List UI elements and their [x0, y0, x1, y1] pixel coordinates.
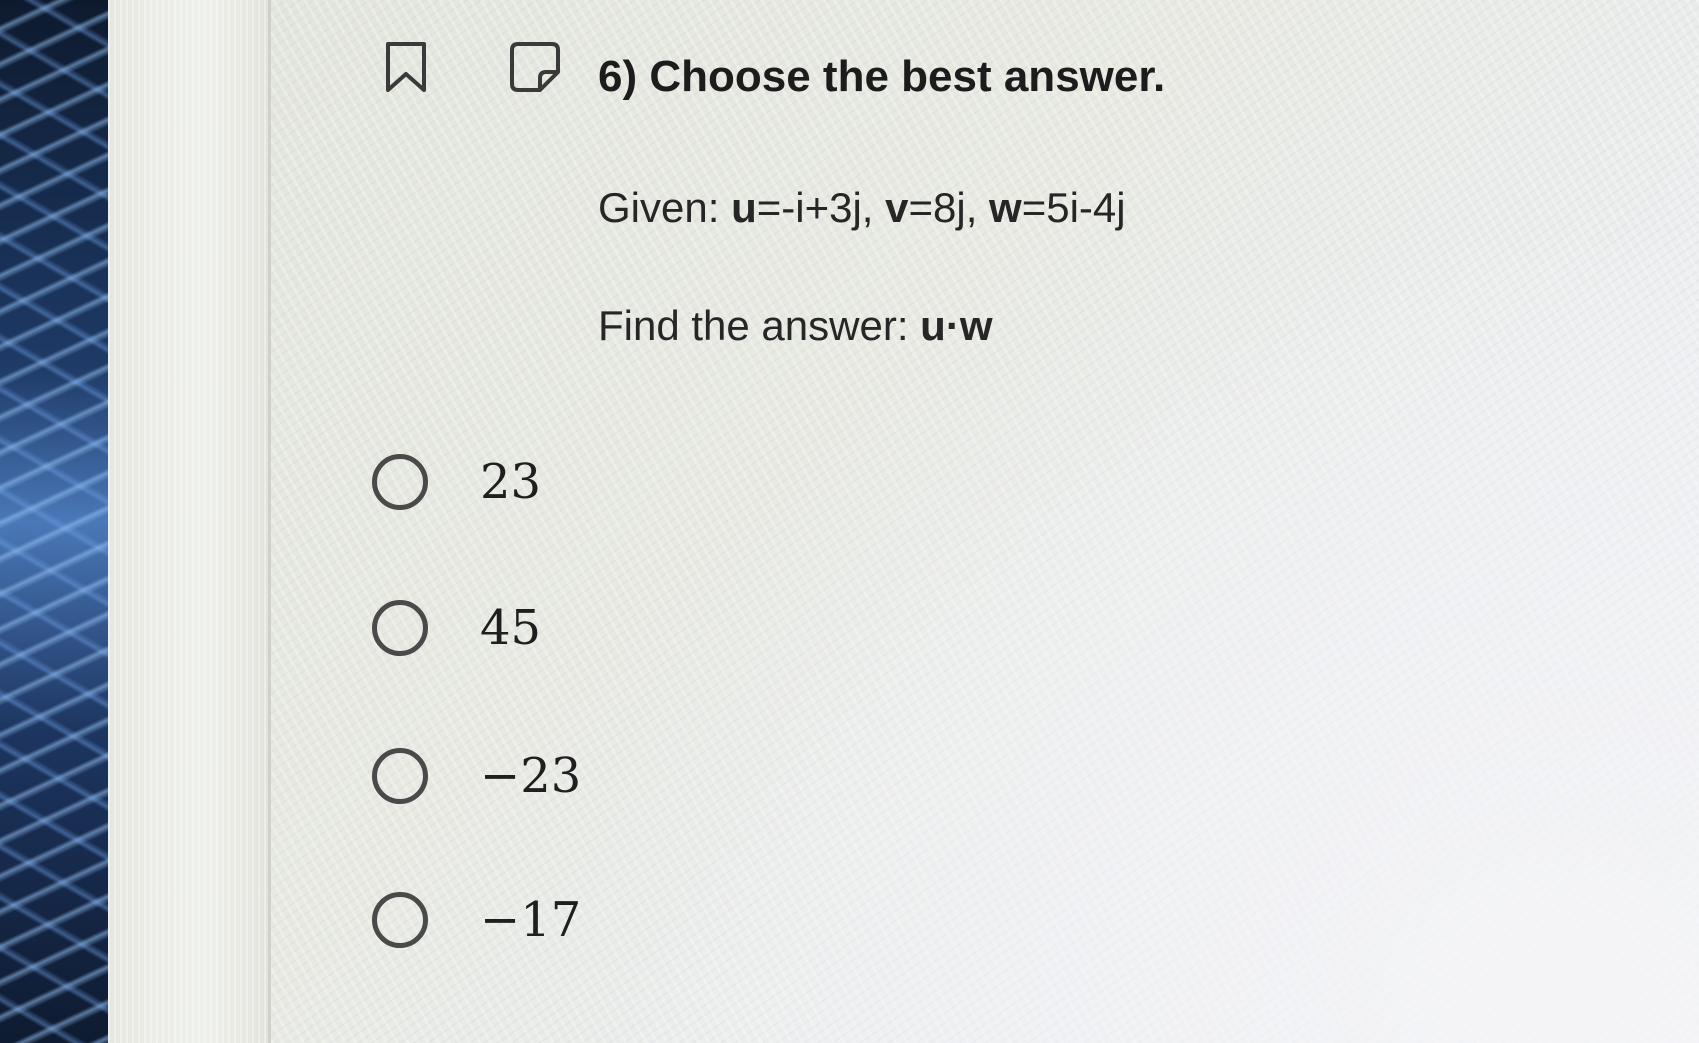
option-label[interactable]: −17 [480, 892, 581, 948]
desktop-background [0, 0, 115, 1043]
answer-option-4[interactable]: −17 [372, 888, 581, 952]
find-statement: Find the answer: u·w [598, 302, 992, 350]
find-expression: u·w [920, 302, 993, 349]
find-prefix: Find the answer: [598, 302, 921, 349]
vector-u-definition: =-i+3j, [756, 184, 886, 231]
option-label[interactable]: −23 [480, 748, 581, 804]
option-label[interactable]: 23 [480, 454, 541, 510]
answer-option-2[interactable]: 45 [372, 596, 541, 660]
given-prefix: Given: [598, 184, 732, 231]
screen: 6) Choose the best answer. Given: u=-i+3… [0, 0, 1699, 1043]
radio-button[interactable] [372, 892, 428, 948]
note-icon[interactable] [508, 40, 562, 94]
vector-v-definition: =8j, [908, 184, 990, 231]
vector-v: v [885, 184, 909, 231]
option-label[interactable]: 45 [480, 600, 541, 656]
vector-w-definition: =5i-4j [1021, 184, 1126, 231]
radio-button[interactable] [372, 600, 428, 656]
vector-w: w [989, 184, 1022, 231]
left-sidebar [108, 0, 271, 1043]
answer-option-1[interactable]: 23 [372, 450, 541, 514]
vector-u: u [731, 184, 757, 231]
given-statement: Given: u=-i+3j, v=8j, w=5i-4j [598, 184, 1126, 232]
answer-option-3[interactable]: −23 [372, 744, 581, 808]
question-title: 6) Choose the best answer. [598, 52, 1166, 101]
bookmark-icon[interactable] [384, 40, 428, 96]
question-panel [271, 0, 1699, 1043]
radio-button[interactable] [372, 748, 428, 804]
radio-button[interactable] [372, 454, 428, 510]
